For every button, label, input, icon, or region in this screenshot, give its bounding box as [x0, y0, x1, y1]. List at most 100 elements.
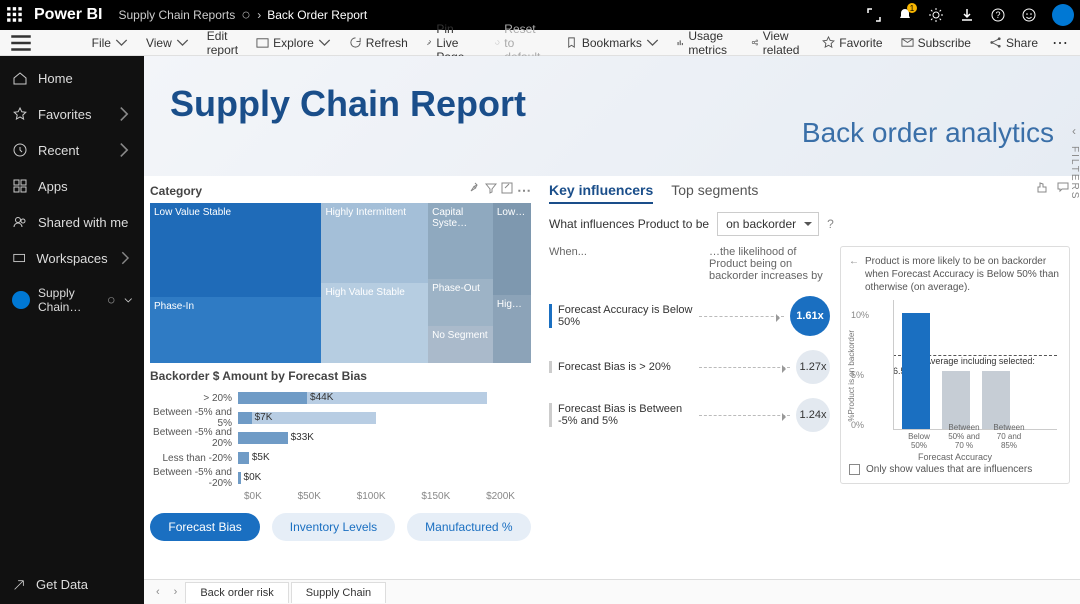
treemap-cell[interactable]: No Segment [428, 326, 493, 363]
bar-row[interactable]: Between -5% and -20%$0K [150, 469, 515, 487]
bar-chart-visual[interactable]: > 20%$44K Between -5% and 5%$7K Between … [150, 383, 531, 503]
influencer-row[interactable]: Forecast Accuracy is Below 50%1.61x [549, 296, 830, 336]
more-icon[interactable]: ⋯ [517, 182, 531, 199]
chart-icon [677, 36, 684, 49]
nav-workspace-current[interactable]: Supply Chain… [0, 276, 144, 324]
breadcrumb[interactable]: Supply Chain Reports › Back Order Report [118, 8, 367, 22]
explore-icon [256, 36, 269, 49]
workspaces-icon [12, 250, 26, 266]
nav-favorites[interactable]: Favorites [0, 96, 144, 132]
mini-bar[interactable] [902, 313, 930, 429]
bookmark-icon [565, 36, 578, 49]
page-tab[interactable]: Back order risk [185, 582, 288, 603]
treemap-visual[interactable]: Low Value Stable Phase-In Highly Intermi… [150, 203, 531, 363]
reset-button: Reset to default [486, 32, 555, 54]
breadcrumb-parent[interactable]: Supply Chain Reports [118, 8, 235, 22]
influencer-row[interactable]: Forecast Bias is > 20%1.27x [549, 350, 830, 384]
apps-icon [12, 178, 28, 194]
pill-inventory[interactable]: Inventory Levels [272, 513, 395, 541]
chevron-down-icon [318, 36, 331, 49]
mini-bar[interactable] [982, 371, 1010, 429]
report-header: Supply Chain Report Back order analytics [144, 56, 1080, 176]
refresh-button[interactable]: Refresh [341, 32, 416, 54]
favorite-button[interactable]: Favorite [814, 32, 890, 54]
breadcrumb-current[interactable]: Back Order Report [267, 8, 367, 22]
treemap-cell[interactable]: Low… [493, 203, 531, 295]
fullscreen-icon[interactable] [860, 1, 888, 29]
mail-icon [901, 36, 914, 49]
back-arrow-icon[interactable]: ← [849, 255, 859, 294]
nav-recent[interactable]: Recent [0, 132, 144, 168]
pill-manufactured[interactable]: Manufactured % [407, 513, 530, 541]
star-icon [12, 106, 28, 122]
chevron-right-icon: › [257, 8, 261, 22]
chevron-down-icon [115, 36, 128, 49]
pill-forecast-bias[interactable]: Forecast Bias [150, 513, 259, 541]
certified-icon [241, 10, 251, 20]
user-avatar[interactable] [1052, 4, 1074, 26]
download-icon[interactable] [953, 1, 981, 29]
hamburger-icon[interactable] [8, 30, 34, 56]
subscribe-button[interactable]: Subscribe [893, 32, 979, 54]
refresh-icon [349, 36, 362, 49]
thumbs-up-icon[interactable] [1034, 180, 1048, 194]
comment-icon[interactable] [1056, 180, 1070, 194]
settings-icon[interactable] [922, 1, 950, 29]
nav-apps[interactable]: Apps [0, 168, 144, 204]
treemap-cell[interactable]: Phase-Out [428, 279, 493, 326]
bar-row[interactable]: Between -5% and 5%$7K [150, 409, 515, 427]
reset-icon [494, 36, 501, 49]
ki-question: What influences Product to be [549, 217, 709, 231]
view-menu[interactable]: View [138, 32, 197, 54]
treemap-cell[interactable]: Low Value Stable [150, 203, 321, 297]
star-icon [822, 36, 835, 49]
file-menu[interactable]: File [84, 32, 136, 54]
mini-bar[interactable] [942, 371, 970, 429]
chevron-right-icon [116, 142, 132, 158]
tab-key-influencers[interactable]: Key influencers [549, 182, 653, 204]
checkbox[interactable] [849, 464, 860, 475]
bar-row[interactable]: > 20%$44K [150, 389, 515, 407]
help-icon[interactable]: ? [827, 217, 834, 231]
nav-workspaces[interactable]: Workspaces [0, 240, 144, 276]
nav-shared[interactable]: Shared with me [0, 204, 144, 240]
more-menu[interactable]: ⋯ [1048, 32, 1072, 54]
tab-top-segments[interactable]: Top segments [671, 182, 758, 204]
app-launcher-icon[interactable] [6, 6, 24, 24]
treemap-cell[interactable]: Highly Intermittent [321, 203, 428, 283]
filter-icon[interactable] [485, 182, 497, 194]
treemap-cell[interactable]: Hig… [493, 295, 531, 363]
bookmarks-menu[interactable]: Bookmarks [557, 32, 667, 54]
share-button[interactable]: Share [981, 32, 1046, 54]
influencer-row[interactable]: Forecast Bias is Between -5% and 5%1.24x [549, 398, 830, 432]
related-icon [751, 36, 759, 49]
pin-icon [426, 36, 433, 49]
collapse-filters-icon[interactable]: ‹ [1072, 124, 1076, 138]
target-dropdown[interactable]: on backorder [717, 212, 819, 236]
view-related-button[interactable]: View related [743, 32, 813, 54]
treemap-cell[interactable]: High Value Stable [321, 283, 428, 363]
feedback-icon[interactable] [1015, 1, 1043, 29]
treemap-cell[interactable]: Capital Syste… [428, 203, 493, 279]
bar-row[interactable]: Less than -20%$5K [150, 449, 515, 467]
explore-menu[interactable]: Explore [248, 32, 339, 54]
barchart-title: Backorder $ Amount by Forecast Bias [150, 369, 367, 383]
pin-button[interactable]: Pin Live Page [418, 32, 482, 54]
treemap-cell[interactable]: Phase-In [150, 297, 321, 363]
page-tab-bar: ‹ › Back order risk Supply Chain [144, 579, 1080, 604]
mini-bar-chart[interactable]: 10% 5% 0% %Product is on backorder Avera… [849, 300, 1061, 460]
arrow-icon [12, 578, 26, 592]
bar-row[interactable]: Between -5% and 20%$33K [150, 429, 515, 447]
notifications-icon[interactable]: 1 [891, 1, 919, 29]
page-tab[interactable]: Supply Chain [291, 582, 386, 603]
nav-home[interactable]: Home [0, 60, 144, 96]
tab-next[interactable]: › [168, 584, 184, 600]
get-data-button[interactable]: Get Data [0, 565, 144, 604]
usage-button[interactable]: Usage metrics [669, 32, 741, 54]
tab-prev[interactable]: ‹ [150, 584, 166, 600]
edit-report-button[interactable]: Edit report [199, 32, 246, 54]
category-title: Category [150, 184, 202, 198]
help-icon[interactable]: ? [984, 1, 1012, 29]
pin-icon[interactable] [469, 182, 481, 194]
focus-icon[interactable] [501, 182, 513, 194]
